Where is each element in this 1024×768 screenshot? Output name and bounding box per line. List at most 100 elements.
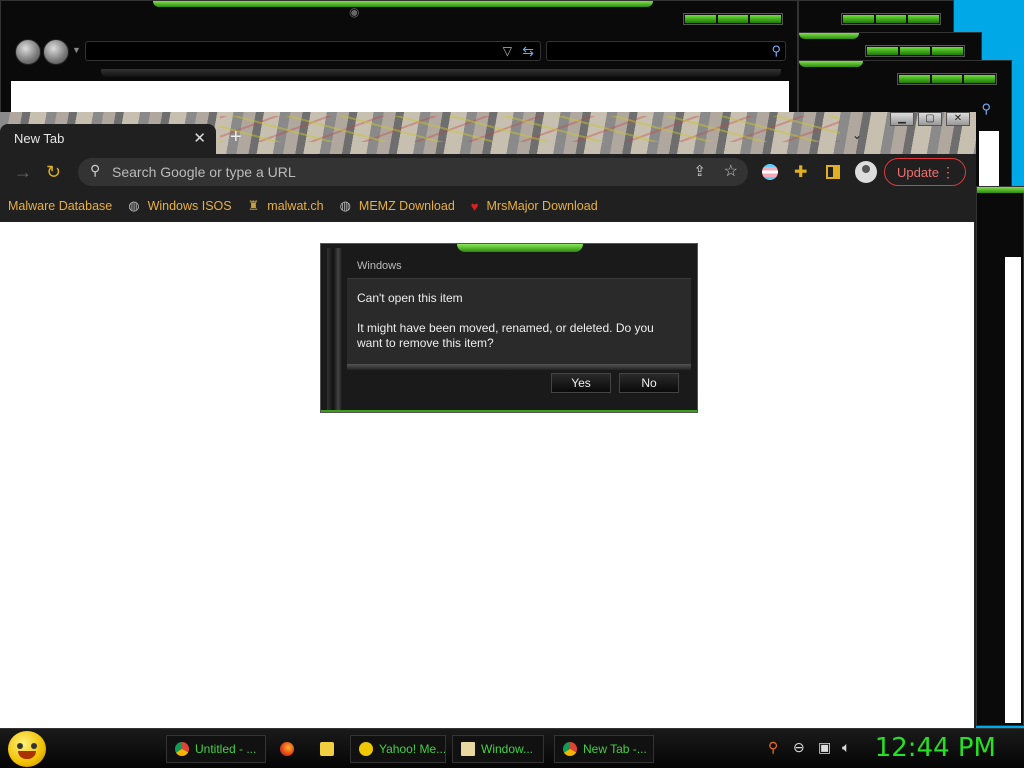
globe-icon: ◍ [128,198,140,213]
folder-icon [320,742,334,756]
taskbar-item-label: Yahoo! Me... [379,742,446,756]
search-icon[interactable]: ⚲ [981,101,991,117]
new-tab-button[interactable]: + [230,126,242,149]
bookmark-malware-database[interactable]: Malware Database [8,199,112,213]
bookmark-label: Windows ISOS [147,199,232,213]
window-icon [461,742,475,756]
chrome-icon [175,742,189,756]
minimize-button[interactable] [685,15,716,23]
no-button[interactable]: No [619,373,679,393]
maximize-button[interactable] [717,15,749,23]
update-button[interactable]: Update ⋮ [884,158,966,186]
taskbar: Untitled - ... Yahoo! Me... Window... Ne… [0,728,1024,768]
window-top-glow [977,187,1024,193]
dialog-frame-edge [327,248,343,410]
maximize-button[interactable]: ▢ [918,112,942,126]
minus-circle-icon[interactable]: ⊖ [793,739,805,756]
tab-new-tab[interactable]: New Tab ✕ [0,124,216,154]
address-dropdown-icon[interactable]: ▽ [503,44,512,58]
close-button[interactable]: ✕ [946,112,970,126]
error-dialog[interactable]: Windows Can't open this item It might ha… [320,243,698,413]
heart-icon: ♥ [470,198,479,214]
taskbar-item-label: New Tab -... [583,742,647,756]
figure-icon: ♜ [247,198,260,213]
omnibox-placeholder[interactable]: Search Google or type a URL [112,164,296,180]
window-controls[interactable] [865,45,965,57]
bookmark-star-icon[interactable]: ☆ [724,161,738,181]
omnibox[interactable]: ⚲ Search Google or type a URL ⇪ ☆ [78,158,748,186]
browser-toolbar: → ↻ ⚲ Search Google or type a URL ⇪ ☆ ✚ … [0,154,976,190]
taskbar-item-label: Untitled - ... [195,742,257,756]
theme-background [220,116,840,142]
dialog-separator [347,364,691,370]
tab-title: New Tab [14,131,65,146]
dialog-top-glow [457,244,583,252]
clock[interactable]: 12:44 PM [875,733,996,763]
share-icon[interactable]: ⇪ [693,162,706,180]
dialog-message: It might have been moved, renamed, or de… [357,321,654,350]
taskbar-item-folder[interactable] [312,735,346,763]
window-controls[interactable] [897,73,997,85]
smiley-icon [359,742,373,756]
title-bar[interactable]: New Tab ✕ + ⌄ ▁ ▢ ✕ [0,112,976,154]
chrome-window[interactable]: New Tab ✕ + ⌄ ▁ ▢ ✕ → ↻ ⚲ Search Google … [0,112,976,728]
yes-button[interactable]: Yes [551,373,611,393]
taskbar-item-firefox[interactable] [272,735,306,763]
window-top-glow [799,33,859,39]
forward-button[interactable] [43,39,69,65]
taskbar-item-window[interactable]: Window... [452,735,544,763]
volume-icon[interactable]: 🔈︎ [842,739,850,756]
address-bar[interactable]: ▽ ⇆ [85,41,541,61]
window-top-glow [799,61,863,67]
globe-icon: ◍ [339,198,351,213]
search-icon: ⚲ [90,162,101,178]
window-controls[interactable]: ▁ ▢ ✕ [890,112,970,126]
bookmark-label: MrsMajor Download [486,199,598,213]
side-panel-icon[interactable] [826,165,840,179]
chevron-down-icon[interactable]: ▼ [72,45,81,55]
start-button[interactable] [8,731,46,767]
search-icon[interactable]: ⚲ [771,43,781,59]
back-button[interactable] [15,39,41,65]
window-content [1005,257,1021,723]
menu-dots-icon[interactable]: ⋮ [941,164,955,181]
profile-avatar[interactable] [855,161,877,183]
window-controls[interactable] [683,13,783,25]
tab-search-icon[interactable]: ⌄ [852,128,862,142]
bookmark-windows-isos[interactable]: ◍ Windows ISOS [128,198,231,214]
toolbar-strip [101,69,781,77]
bookmark-label: Malware Database [8,199,113,213]
bookmark-mrsmajor-download[interactable]: ♥ MrsMajor Download [471,199,598,214]
window-pin-icon: ◉ [349,5,360,19]
taskbar-item-label: Window... [481,742,534,756]
chrome-icon [563,742,577,756]
bookmarks-bar: Malware Database ◍ Windows ISOS ♜ malwat… [0,190,976,222]
dialog-body: Can't open this item It might have been … [347,278,691,364]
close-button[interactable] [750,15,782,23]
forward-arrow-icon[interactable]: → [14,162,32,183]
window-controls[interactable] [841,13,941,25]
explorer-window-background[interactable]: ◉ ▼ ▽ ⇆ ⚲ [0,0,798,121]
search-icon[interactable]: ⚲ [768,739,778,756]
minimize-button[interactable]: ▁ [890,112,914,126]
window-top-glow [153,1,653,7]
search-box[interactable]: ⚲ [546,41,786,61]
refresh-icon[interactable]: ⇆ [522,43,534,60]
bookmark-memz-download[interactable]: ◍ MEMZ Download [340,198,455,214]
taskbar-item-new-tab[interactable]: New Tab -... [554,735,654,763]
network-icon[interactable]: ▣ [818,739,831,756]
bookmark-label: MEMZ Download [358,199,455,213]
bookmark-label: malwat.ch [267,199,324,213]
dialog-title: Windows [357,260,402,272]
dialog-bottom-glow [321,410,697,412]
reload-icon[interactable]: ↻ [46,162,61,183]
firefox-icon [280,742,294,756]
bookmark-malwatch[interactable]: ♜ malwat.ch [248,198,324,214]
taskbar-item-untitled[interactable]: Untitled - ... [166,735,266,763]
close-icon[interactable]: ✕ [193,129,206,147]
flag-extension-icon[interactable] [762,164,778,180]
extensions-puzzle-icon[interactable]: ✚ [794,162,807,182]
explorer-window-background-5[interactable] [976,186,1024,726]
taskbar-item-yahoo-messenger[interactable]: Yahoo! Me... [350,735,446,763]
dialog-heading: Can't open this item [357,291,463,305]
